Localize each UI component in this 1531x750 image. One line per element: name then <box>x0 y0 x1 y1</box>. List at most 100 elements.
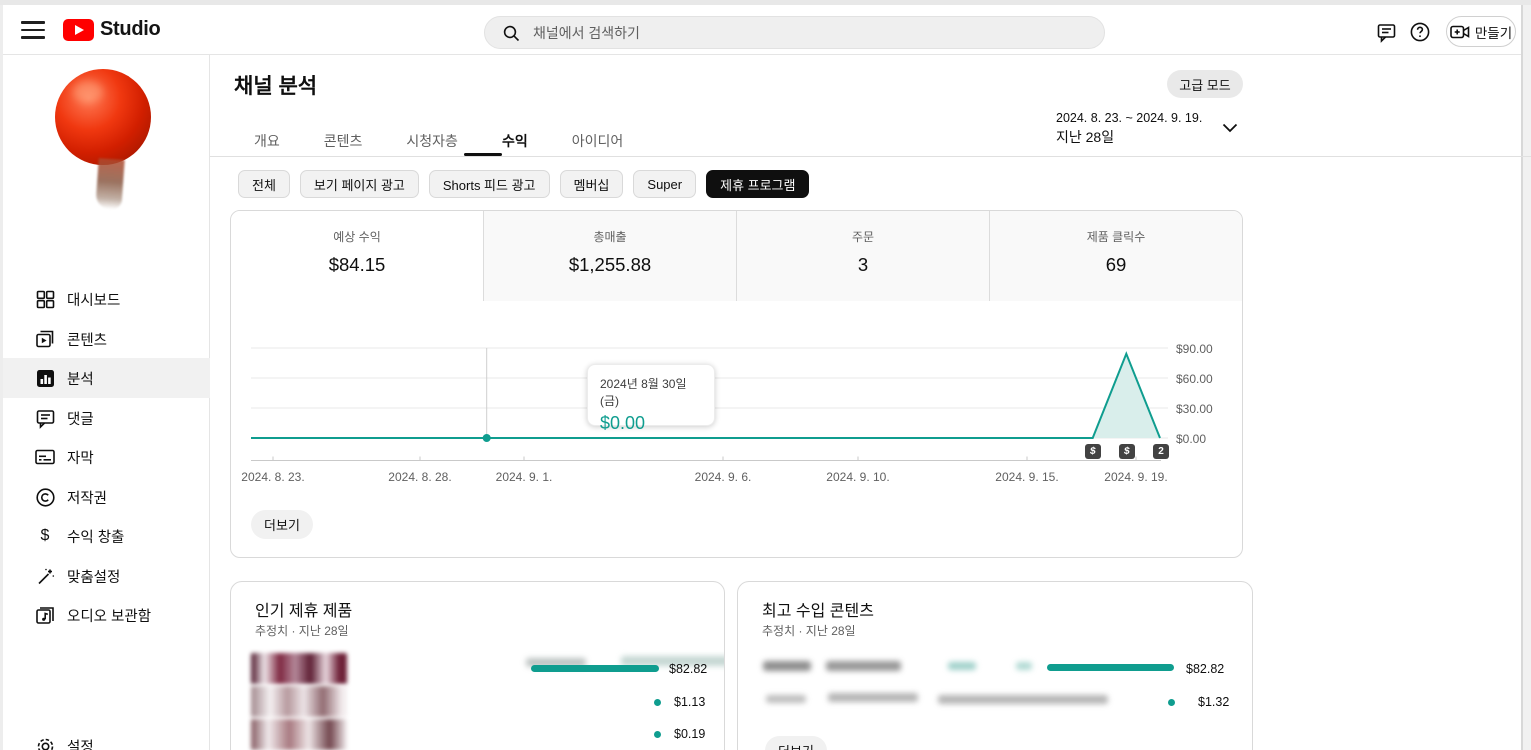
product-thumbnail-redacted <box>251 686 347 717</box>
x-tick-5: 2024. 9. 10. <box>826 470 889 484</box>
sidebar-item-customization[interactable]: 맞춤설정 <box>3 556 210 596</box>
chip-affiliate-program[interactable]: 제휴 프로그램 <box>706 170 809 198</box>
metric-value: 69 <box>990 254 1242 276</box>
row-value: $1.32 <box>1198 695 1229 709</box>
comments-icon <box>33 406 57 430</box>
sidebar-item-copyright[interactable]: 저작권 <box>3 477 210 517</box>
metric-label: 주문 <box>737 228 989 245</box>
sidebar-item-label: 댓글 <box>67 408 94 429</box>
card-title: 인기 제휴 제품 <box>255 597 352 621</box>
sidebar-item-label: 콘텐츠 <box>67 329 107 350</box>
music-note-icon <box>33 603 57 627</box>
content-title-redacted <box>828 693 918 702</box>
metric-value: $1,255.88 <box>484 254 736 276</box>
event-count-badge[interactable]: 2 <box>1153 444 1169 459</box>
metric-label: 제품 클릭수 <box>990 228 1242 245</box>
row-value: $0.19 <box>674 727 705 741</box>
metric-product-clicks[interactable]: 제품 클릭수 69 <box>990 211 1242 301</box>
chip-watch-page-ads[interactable]: 보기 페이지 광고 <box>300 170 419 198</box>
date-range-picker[interactable]: 2024. 8. 23. ~ 2024. 9. 19. 지난 28일 <box>1050 108 1246 150</box>
sidebar-item-label: 분석 <box>67 368 94 389</box>
feedback-icon[interactable] <box>1374 20 1398 44</box>
tab-overview[interactable]: 개요 <box>232 124 302 157</box>
card-subtitle: 추정치 · 지난 28일 <box>255 622 349 639</box>
revenue-analytics-card: 예상 수익 $84.15 총매출 $1,255.88 주문 3 제품 클릭수 6… <box>230 210 1243 558</box>
card-subtitle: 추정치 · 지난 28일 <box>762 622 856 639</box>
avatar-image-detail <box>95 158 124 210</box>
content-title-redacted <box>826 661 901 671</box>
y-tick-60: $60.00 <box>1176 372 1213 386</box>
chip-memberships[interactable]: 멤버십 <box>560 170 624 198</box>
page-title: 채널 분석 <box>234 70 317 100</box>
metric-label: 총매출 <box>484 228 736 245</box>
shopping-event-icon[interactable]: $ <box>1085 444 1101 459</box>
sidebar-item-content[interactable]: 콘텐츠 <box>3 319 210 359</box>
sidebar-item-audio-library[interactable]: 오디오 보관함 <box>3 595 210 635</box>
x-tick-7: 2024. 9. 19. <box>1104 470 1167 484</box>
metric-orders[interactable]: 주문 3 <box>737 211 990 301</box>
channel-avatar[interactable] <box>45 67 165 217</box>
copyright-icon <box>33 485 57 509</box>
see-more-button[interactable]: 더보기 <box>251 510 313 539</box>
x-tick-4: 2024. 9. 6. <box>695 470 752 484</box>
help-icon[interactable] <box>1408 20 1432 44</box>
dashboard-icon <box>33 287 57 311</box>
chip-all[interactable]: 전체 <box>238 170 290 198</box>
top-earning-content-card: 최고 수입 콘텐츠 추정치 · 지난 28일 $82.82 $1.32 더보기 <box>737 581 1253 750</box>
x-tick-6: 2024. 9. 15. <box>995 470 1058 484</box>
value-dot <box>654 731 661 738</box>
youtube-studio-window: Studio 만들기 대시보드 <box>0 0 1531 750</box>
advanced-mode-button[interactable]: 고급 모드 <box>1167 70 1243 98</box>
see-more-button[interactable]: 더보기 <box>765 736 827 750</box>
chip-shorts-feed-ads[interactable]: Shorts 피드 광고 <box>429 170 550 198</box>
sidebar-item-subtitles[interactable]: 자막 <box>3 437 210 477</box>
value-bar <box>1047 664 1174 671</box>
create-button[interactable]: 만들기 <box>1446 16 1516 47</box>
dollar-icon: $ <box>33 524 57 548</box>
tab-ideas[interactable]: 아이디어 <box>550 124 646 157</box>
content-title-redacted <box>948 662 976 670</box>
sidebar-item-label: 설정 <box>67 736 94 750</box>
metric-estimated-revenue[interactable]: 예상 수익 $84.15 <box>231 211 484 301</box>
sidebar-item-label: 수익 창출 <box>67 526 124 547</box>
sidebar-item-label: 오디오 보관함 <box>67 605 151 626</box>
sidebar-item-monetization[interactable]: $ 수익 창출 <box>3 516 210 556</box>
subtitles-icon <box>33 445 57 469</box>
card-title: 최고 수입 콘텐츠 <box>762 597 874 621</box>
metric-label: 예상 수익 <box>231 228 483 245</box>
metric-gross-sales[interactable]: 총매출 $1,255.88 <box>484 211 737 301</box>
menu-hamburger-icon[interactable] <box>21 21 45 39</box>
metric-value: $84.15 <box>231 254 483 276</box>
chip-super[interactable]: Super <box>633 170 696 198</box>
sidebar-item-dashboard[interactable]: 대시보드 <box>3 279 210 319</box>
tooltip-date: 2024년 8월 30일 (금) <box>600 375 702 409</box>
value-bar <box>531 665 659 672</box>
studio-logo-text: Studio <box>100 18 160 41</box>
x-tick-2: 2024. 8. 28. <box>388 470 451 484</box>
y-tick-0: $0.00 <box>1176 432 1206 446</box>
sidebar-item-settings[interactable]: 설정 <box>3 726 210 750</box>
search-icon <box>499 21 523 45</box>
date-period-text: 지난 28일 <box>1056 127 1114 147</box>
tab-content[interactable]: 콘텐츠 <box>302 124 385 157</box>
youtube-studio-logo[interactable]: Studio <box>63 18 160 41</box>
sidebar-item-analytics[interactable]: 분석 <box>3 358 210 398</box>
top-affiliate-products-card: 인기 제휴 제품 추정치 · 지난 28일 $82.82 $1.13 $0.19 <box>230 581 725 750</box>
search-input[interactable] <box>533 25 1090 41</box>
content-title-redacted <box>763 661 811 671</box>
content-title-redacted <box>938 695 1108 704</box>
tooltip-value: $0.00 <box>600 413 702 434</box>
avatar-image <box>55 69 151 165</box>
value-dot <box>1168 699 1175 706</box>
metric-strip: 예상 수익 $84.15 총매출 $1,255.88 주문 3 제품 클릭수 6… <box>231 211 1242 301</box>
date-range-text: 2024. 8. 23. ~ 2024. 9. 19. <box>1056 111 1202 125</box>
sidebar-item-comments[interactable]: 댓글 <box>3 398 210 438</box>
sidebar-item-label: 저작권 <box>67 487 107 508</box>
search-bar[interactable] <box>484 16 1105 49</box>
content-icon <box>33 327 57 351</box>
shopping-event-icon[interactable]: $ <box>1119 444 1135 459</box>
analytics-icon <box>33 366 57 390</box>
product-thumbnail-redacted <box>251 653 347 684</box>
x-tick-3: 2024. 9. 1. <box>496 470 553 484</box>
create-button-label: 만들기 <box>1475 22 1512 42</box>
